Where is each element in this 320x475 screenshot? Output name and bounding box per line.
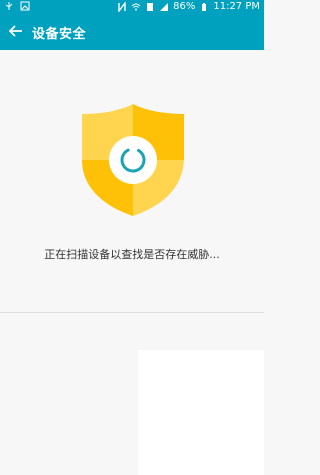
status-bar: 86% 11:27 PM <box>0 0 264 14</box>
signal-icon <box>159 2 169 12</box>
scan-spinner-icon <box>118 145 148 175</box>
app-bar: 设备安全 <box>0 14 264 50</box>
battery-icon <box>199 2 209 12</box>
back-arrow-icon <box>8 23 23 42</box>
clock: 11:27 PM <box>213 1 260 12</box>
divider <box>0 312 264 313</box>
security-shield-icon <box>80 102 186 218</box>
page-title: 设备安全 <box>32 27 87 42</box>
sim-icon <box>145 2 155 12</box>
battery-percent: 86% <box>173 1 196 12</box>
scan-status-text: 正在扫描设备以查找是否存在威胁... <box>44 248 220 261</box>
wifi-icon <box>131 2 141 12</box>
image-icon <box>20 1 30 11</box>
usb-icon <box>4 1 14 11</box>
nfc-icon <box>117 0 127 13</box>
back-button[interactable] <box>6 22 26 42</box>
main-content: 正在扫描设备以查找是否存在威胁... <box>0 50 264 475</box>
blank-panel <box>138 350 264 475</box>
